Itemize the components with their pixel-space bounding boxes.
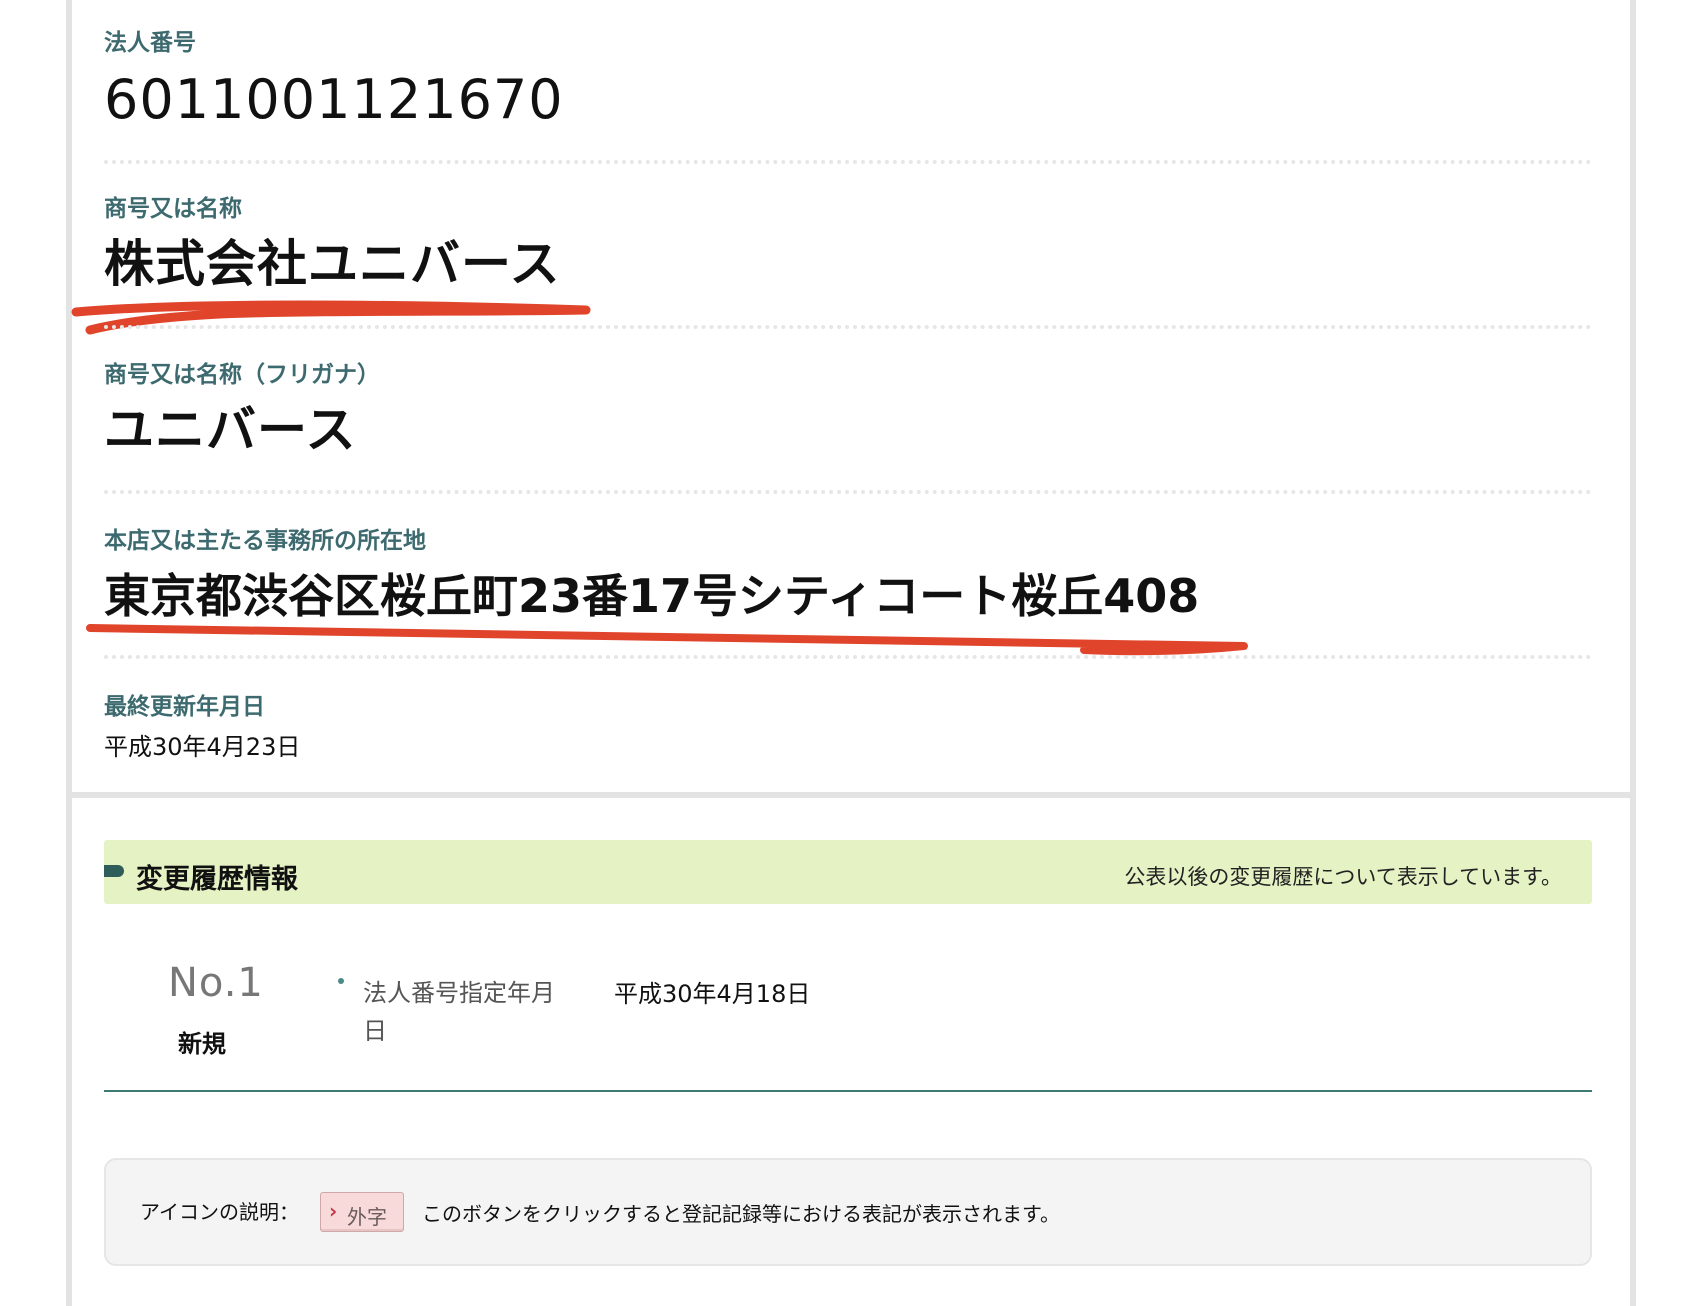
field-corporate-number: 法人番号 6011001121670: [104, 32, 564, 127]
field-label: 商号又は名称: [104, 196, 242, 222]
field-head-office-address: 本店又は主たる事務所の所在地 東京都渋谷区桜丘町23番17号シティコート桜丘40…: [104, 528, 1200, 623]
field-label: 商号又は名称（フリガナ）: [104, 362, 380, 388]
entry-divider: [104, 1090, 1592, 1092]
field-label: 最終更新年月日: [104, 694, 265, 720]
bullet-icon: [338, 978, 344, 984]
field-last-updated: 最終更新年月日 平成30年4月23日: [104, 694, 301, 761]
entry-label: 法人番号指定年月日: [363, 979, 555, 1045]
gaiji-button-label: 外字: [347, 1205, 387, 1229]
gaiji-button[interactable]: › 外字: [320, 1192, 404, 1232]
legend-label: アイコンの説明：: [140, 1200, 299, 1224]
red-underline-annotation: [86, 624, 1248, 656]
dotted-separator: [104, 160, 1592, 164]
entry-number: No.1: [168, 960, 264, 1006]
entry-value: 平成30年4月18日: [614, 980, 811, 1008]
entry-type: 新規: [178, 1030, 226, 1058]
corporate-detail-page: 法人番号 6011001121670 商号又は名称 株式会社ユニバース 商号又は…: [0, 0, 1692, 1306]
history-section-header: 変更履歴情報 公表以後の変更履歴について表示しています。: [104, 840, 1592, 904]
field-company-name: 商号又は名称 株式会社ユニバース: [104, 196, 561, 293]
address-value: 東京都渋谷区桜丘町23番17号シティコート桜丘408: [104, 569, 1200, 623]
history-title: 変更履歴情報: [136, 864, 298, 895]
company-name-kana-value: ユニバース: [104, 401, 357, 459]
icon-legend: アイコンの説明： › 外字 このボタンをクリックすると登記記録等における表記が表…: [104, 1158, 1592, 1266]
company-name-value: 株式会社ユニバース: [104, 235, 561, 293]
page-frame-right: [1630, 0, 1636, 1306]
dotted-separator: [104, 490, 1592, 494]
last-updated-value: 平成30年4月23日: [104, 733, 301, 761]
chevron-right-icon: ›: [329, 1199, 338, 1223]
red-underline-annotation: [71, 300, 591, 335]
legend-description: このボタンをクリックすると登記記録等における表記が表示されます。: [422, 1202, 1060, 1226]
corporate-number-value: 6011001121670: [104, 68, 564, 131]
page-frame-left: [66, 0, 72, 1306]
section-marker-icon: [104, 865, 124, 877]
history-note: 公表以後の変更履歴について表示しています。: [1124, 865, 1562, 889]
field-company-name-kana: 商号又は名称（フリガナ） ユニバース: [104, 362, 380, 459]
dotted-separator: [104, 655, 1592, 659]
dotted-separator: [104, 325, 1592, 329]
section-divider: [72, 792, 1630, 798]
field-label: 法人番号: [104, 30, 196, 56]
field-label: 本店又は主たる事務所の所在地: [104, 528, 426, 554]
